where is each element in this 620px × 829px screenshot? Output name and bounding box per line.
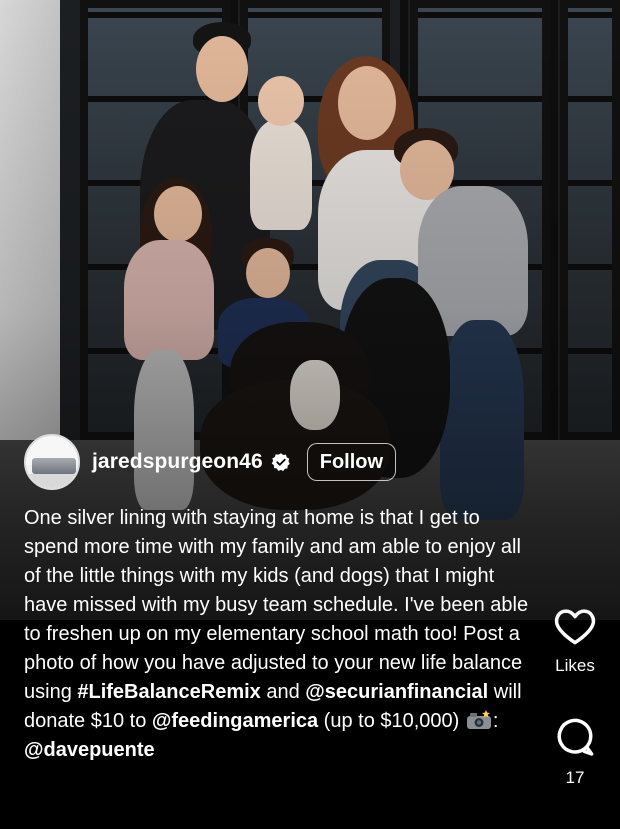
username[interactable]: jaredspurgeon46 xyxy=(92,450,263,474)
caption-part1: One silver lining with staying at home i… xyxy=(24,507,529,703)
hashtag-link[interactable]: #LifeBalanceRemix xyxy=(77,681,260,703)
caption-block: jaredspurgeon46 Follow One silver lining… xyxy=(0,430,620,829)
verified-badge-icon xyxy=(271,453,290,472)
comment-icon[interactable] xyxy=(554,716,596,758)
avatar[interactable] xyxy=(24,434,80,490)
comment-count: 17 xyxy=(565,768,585,787)
like-action[interactable]: Likes xyxy=(537,606,613,676)
likes-label: Likes xyxy=(555,656,595,675)
mention-feedingamerica[interactable]: @feedingamerica xyxy=(152,710,318,732)
comment-action[interactable]: 17 xyxy=(537,716,613,788)
caption-part2: and xyxy=(260,681,306,703)
caption-text: One silver lining with staying at home i… xyxy=(24,504,534,765)
camera-flash-emoji-icon xyxy=(466,710,491,729)
author-row: jaredspurgeon46 Follow xyxy=(24,432,397,492)
caption-part5: : xyxy=(492,710,499,732)
mention-securianfinancial[interactable]: @securianfinancial xyxy=(305,681,488,703)
post-screen: jaredspurgeon46 Follow One silver lining… xyxy=(0,0,620,829)
follow-button[interactable]: Follow xyxy=(306,443,397,481)
mention-davepuente[interactable]: @davepuente xyxy=(24,739,155,761)
caption-part4: (up to $10,000) xyxy=(318,710,465,732)
heart-icon[interactable] xyxy=(554,606,596,646)
